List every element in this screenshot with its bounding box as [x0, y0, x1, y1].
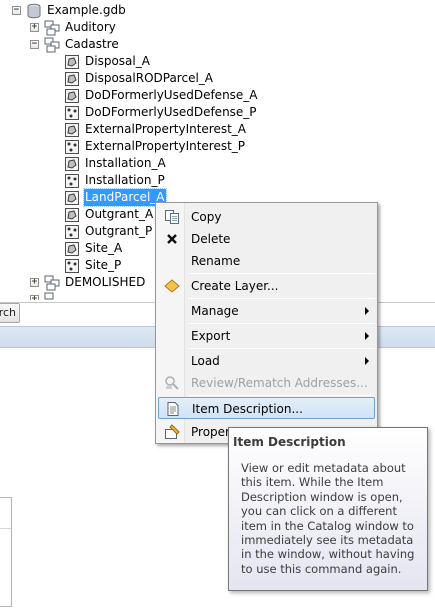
point-feature-class-icon	[64, 173, 80, 189]
tree-node-dataset[interactable]: − Cadastre	[0, 36, 200, 53]
tree-node-label[interactable]: Installation_A	[84, 155, 167, 172]
point-feature-class-icon	[64, 224, 80, 240]
tree-node-label[interactable]: DEMOLISHED	[64, 274, 146, 291]
tree-node-feature-class[interactable]: Installation_P	[0, 172, 260, 189]
menu-item-label: Review/Rematch Addresses...	[191, 376, 368, 390]
tooltip-body: View or edit metadata about this item. W…	[241, 461, 415, 576]
tree-node-feature-class[interactable]: ExternalPropertyInterest_A	[0, 121, 260, 138]
properties-icon	[164, 424, 180, 440]
expand-toggle-icon[interactable]: +	[30, 278, 39, 287]
menu-item-label: Manage	[191, 304, 239, 318]
document-icon	[165, 401, 181, 417]
polygon-feature-class-icon	[64, 122, 80, 138]
search-button[interactable]: rch	[0, 303, 20, 323]
menu-item-label: Export	[191, 329, 231, 343]
menu-item-label: Create Layer...	[191, 279, 279, 293]
tree-node-dataset[interactable]: + Auditory	[0, 19, 200, 36]
submenu-arrow-icon	[365, 332, 369, 340]
tree-node-label[interactable]: Installation_P	[84, 172, 166, 189]
menu-separator	[189, 273, 375, 274]
polygon-feature-class-icon	[64, 156, 80, 172]
menu-item-label: Item Description...	[192, 402, 303, 416]
tree-node-label[interactable]: DisposalRODParcel_A	[84, 70, 214, 87]
tooltip: Item Description View or edit metadata a…	[228, 427, 428, 591]
tree-node-label[interactable]: ExternalPropertyInterest_P	[84, 138, 246, 155]
menu-separator	[189, 348, 375, 349]
tree-node-dataset-partial[interactable]: +	[0, 291, 100, 300]
polygon-feature-class-icon	[64, 241, 80, 257]
point-feature-class-icon	[64, 105, 80, 121]
menu-item-label: Delete	[191, 232, 231, 246]
tree-node-feature-class[interactable]: DoDFormerlyUsedDefense_A	[0, 87, 260, 104]
tree-node-geodatabase[interactable]: − Example.gdb	[0, 2, 200, 19]
tree-node-label[interactable]: Site_P	[84, 257, 122, 274]
tree-node-label[interactable]: DoDFormerlyUsedDefense_A	[84, 87, 259, 104]
tooltip-title: Item Description	[233, 435, 346, 449]
collapse-toggle-icon[interactable]: −	[12, 6, 21, 15]
feature-dataset-icon	[44, 37, 60, 53]
tree-node-feature-class[interactable]: DisposalRODParcel_A	[0, 70, 260, 87]
copy-icon	[164, 209, 180, 225]
submenu-arrow-icon	[365, 307, 369, 315]
tree-node-label[interactable]: DoDFormerlyUsedDefense_P	[84, 104, 258, 121]
tree-node-label[interactable]: Cadastre	[64, 36, 120, 53]
lower-panel	[0, 497, 12, 607]
submenu-arrow-icon	[365, 357, 369, 365]
lower-panel-divider	[0, 528, 11, 608]
tree-node-label[interactable]: Disposal_A	[84, 53, 151, 70]
menu-item-label: Rename	[191, 254, 241, 268]
geodatabase-icon	[26, 3, 42, 19]
polygon-feature-class-icon	[64, 207, 80, 223]
delete-x-icon	[164, 231, 180, 247]
tree-node-label[interactable]: Example.gdb	[46, 2, 127, 19]
polygon-feature-class-icon	[64, 71, 80, 87]
menu-item-label: Proper	[191, 425, 230, 439]
context-menu: Copy Delete Rename Create Layer... Manag…	[155, 202, 378, 444]
point-feature-class-icon	[64, 258, 80, 274]
tree-node-feature-class[interactable]: ExternalPropertyInterest_P	[0, 138, 260, 155]
menu-item-copy[interactable]: Copy	[158, 206, 375, 228]
menu-separator	[189, 395, 375, 396]
polygon-feature-class-icon	[64, 88, 80, 104]
review-addresses-icon	[164, 375, 180, 391]
tree-node-feature-class[interactable]: Installation_A	[0, 155, 260, 172]
tree-node-label[interactable]: Outgrant_A	[84, 206, 154, 223]
tree-node-feature-class[interactable]: DoDFormerlyUsedDefense_P	[0, 104, 260, 121]
menu-item-load[interactable]: Load	[158, 350, 375, 372]
polygon-feature-class-icon	[64, 190, 80, 206]
menu-item-export[interactable]: Export	[158, 325, 375, 347]
menu-separator	[189, 323, 375, 324]
feature-dataset-icon	[44, 275, 60, 291]
menu-item-label: Copy	[191, 210, 222, 224]
tree-node-feature-class[interactable]: Disposal_A	[0, 53, 260, 70]
menu-item-item-description[interactable]: Item Description...	[158, 397, 375, 419]
tree-node-label[interactable]: Site_A	[84, 240, 123, 257]
tree-node-label[interactable]: Outgrant_P	[84, 223, 153, 240]
feature-dataset-icon	[44, 292, 60, 300]
collapse-toggle-icon[interactable]: −	[30, 40, 39, 49]
expand-toggle-icon[interactable]: +	[30, 295, 39, 300]
menu-item-label: Load	[191, 354, 220, 368]
menu-item-review-rematch: Review/Rematch Addresses...	[158, 372, 375, 394]
expand-toggle-icon[interactable]: +	[30, 23, 39, 32]
feature-dataset-icon	[44, 20, 60, 36]
menu-item-manage[interactable]: Manage	[158, 300, 375, 322]
tree-node-label[interactable]: ExternalPropertyInterest_A	[84, 121, 247, 138]
layer-diamond-icon	[164, 278, 180, 294]
tree-node-label[interactable]: Auditory	[64, 19, 117, 36]
tree-node-label[interactable]: LandParcel_A	[83, 188, 167, 207]
point-feature-class-icon	[64, 139, 80, 155]
menu-item-delete[interactable]: Delete	[158, 228, 375, 250]
polygon-feature-class-icon	[64, 54, 80, 70]
menu-item-rename[interactable]: Rename	[158, 250, 375, 272]
menu-item-create-layer[interactable]: Create Layer...	[158, 275, 375, 297]
menu-separator	[189, 298, 375, 299]
